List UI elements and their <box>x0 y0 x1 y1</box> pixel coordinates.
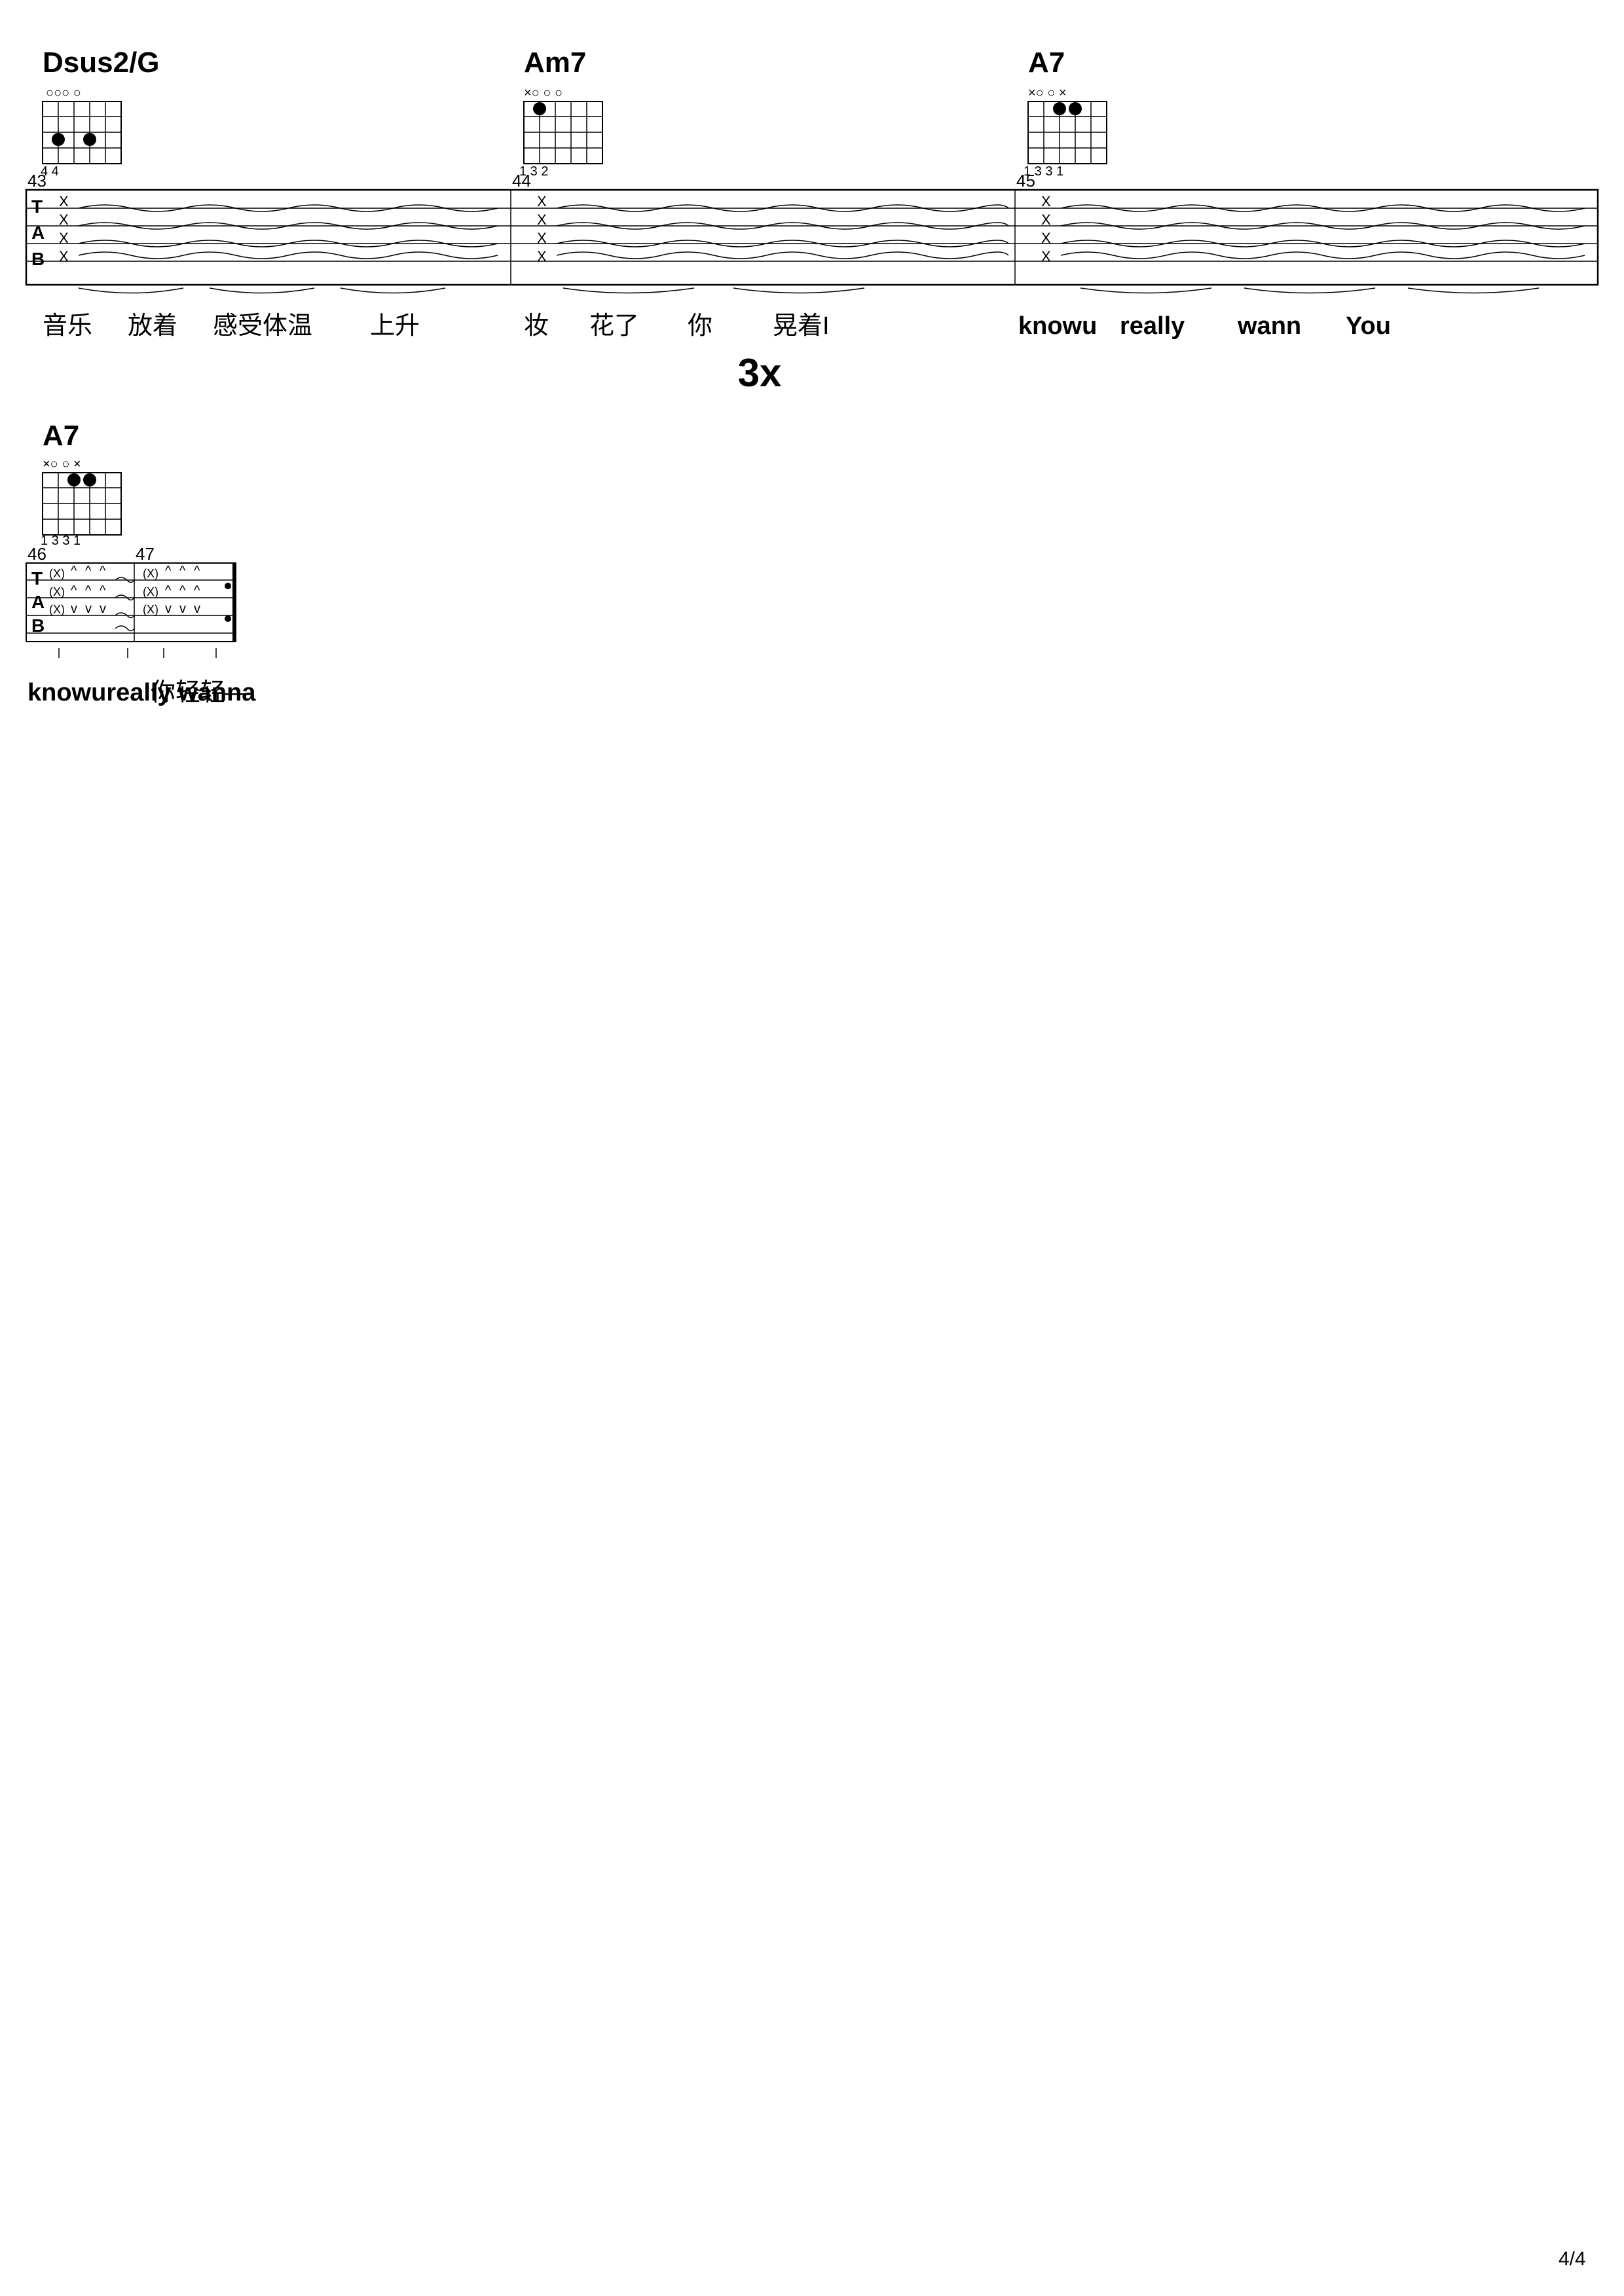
tab2-strum-47-3b: v <box>194 602 200 616</box>
measure-num-45: 45 <box>1016 171 1035 191</box>
measure-num-43: 43 <box>28 171 46 191</box>
tab2-x-46-t: (X) <box>49 567 65 580</box>
chord-fingers-a7-2: 1 3 3 1 <box>41 534 81 548</box>
tie-43-2 <box>210 288 314 293</box>
tab-x-45-t1: X <box>1041 193 1051 210</box>
tab-x-44-a1: X <box>537 211 547 228</box>
wavy-43-b2 <box>79 252 498 259</box>
chord-dot-dsus2g-2 <box>83 133 96 146</box>
chord-indicators-a7-1: ×○ ○ × <box>1028 86 1067 100</box>
chord-dot-dsus2g-1 <box>52 133 65 146</box>
repeat-marker: 3x <box>738 351 782 395</box>
tab-x-43-a1: X <box>59 211 69 228</box>
tie-43-3 <box>341 288 445 293</box>
tab2-strum-46-2b: v <box>85 602 92 616</box>
tab2-strum-46-1t: ^ <box>71 564 77 578</box>
tab2-strum-46-3a: ^ <box>100 583 106 598</box>
tab2-strum-47-2b: v <box>179 602 186 616</box>
chord-dot-a7-2-2 <box>83 473 96 486</box>
chord-indicators-a7-2: ×○ ○ × <box>43 457 81 471</box>
chord-dot-a7-2-1 <box>67 473 81 486</box>
tab2-strum-47-1b: v <box>165 602 172 616</box>
lyric-45-1: knowu <box>1018 312 1097 340</box>
tab2-strum-47-1a: ^ <box>165 583 172 598</box>
lyric-43-1: 音乐 <box>43 312 92 340</box>
repeat-dot-2 <box>225 615 231 622</box>
tab2-strum-47-2t: ^ <box>179 564 186 578</box>
chord-name-dsus2g: Dsus2/G <box>43 46 160 79</box>
tab-staff-1-border <box>26 190 1598 285</box>
measure-num-44: 44 <box>512 171 531 191</box>
tab-x-43-t1: X <box>59 193 69 210</box>
tab2-strum-46-1a: ^ <box>71 583 77 598</box>
lyric-43-4: 上升 <box>370 312 420 340</box>
chord-name-a7-1: A7 <box>1028 46 1065 79</box>
tab-x-45-a1: X <box>1041 211 1051 228</box>
tab2-strum-46-3b: v <box>100 602 106 616</box>
tab2-strum-46-3t: ^ <box>100 564 106 578</box>
tie-43-1 <box>79 288 183 293</box>
tab2-x-47-a: (X) <box>143 585 158 598</box>
lyric-45-4: You <box>1346 312 1391 340</box>
chord-indicators-am7: ×○ ○ ○ <box>524 86 563 100</box>
tab-x-45-b2: X <box>1041 248 1051 264</box>
tab-letter-a-2: A <box>31 592 45 612</box>
measure-num-47: 47 <box>136 544 155 564</box>
tie-44-2 <box>733 288 864 293</box>
wavy2-46-b2 <box>115 626 134 631</box>
repeat-dot-1 <box>225 583 231 589</box>
tie-45-3 <box>1408 288 1539 293</box>
tab-letter-t-2: T <box>31 568 43 589</box>
wavy-45-b2 <box>1061 252 1585 259</box>
wavy-44-b2 <box>557 252 1008 259</box>
tab2-x-46-b: (X) <box>49 603 65 616</box>
tab2-x-47-b: (X) <box>143 603 158 616</box>
tab2-strum-46-2t: ^ <box>85 564 92 578</box>
chord-name-a7-2: A7 <box>43 420 79 452</box>
lyric-47-1: 你轻轻— <box>151 679 250 706</box>
tab-x-45-b1: X <box>1041 230 1051 246</box>
tab2-x-47-t: (X) <box>143 567 158 580</box>
tab-letter-b: B <box>31 249 45 269</box>
chord-dot-a7-1 <box>1053 102 1066 115</box>
tab-x-43-b1: X <box>59 230 69 246</box>
tab-x-44-b2: X <box>537 248 547 264</box>
tab2-strum-47-2a: ^ <box>179 583 186 598</box>
chord-name-am7: Am7 <box>524 46 586 79</box>
lyric-45-3: wann <box>1237 312 1301 340</box>
tie-44-1 <box>563 288 694 293</box>
lyric-44-3: 你 <box>688 312 712 340</box>
chord-indicators-dsus2g: ○○○ ○ <box>46 86 81 100</box>
tab2-strum-47-3a: ^ <box>194 583 200 598</box>
tie-45-1 <box>1080 288 1211 293</box>
measure-num-46: 46 <box>28 544 46 564</box>
chord-dot-am7-1 <box>533 102 546 115</box>
lyric-43-2: 放着 <box>128 312 177 340</box>
tab2-strum-47-1t: ^ <box>165 564 172 578</box>
chord-dot-a7-2 <box>1069 102 1082 115</box>
tab2-strum-47-3t: ^ <box>194 564 200 578</box>
lyric-45-2: really <box>1120 312 1185 340</box>
tab2-x-46-a: (X) <box>49 585 65 598</box>
lyric-44-4: 晃着I <box>773 312 830 340</box>
tab2-strum-46-1b: v <box>71 602 77 616</box>
tab2-strum-46-2a: ^ <box>85 583 92 598</box>
lyric-44-2: 花了 <box>589 312 639 340</box>
lyric-43-3: 感受体温 <box>213 312 312 340</box>
page-number: 4/4 <box>1559 2248 1586 2270</box>
tab-x-44-t1: X <box>537 193 547 210</box>
tab-letter-t: T <box>31 196 43 217</box>
tab-x-44-b1: X <box>537 230 547 246</box>
tie-45-2 <box>1244 288 1375 293</box>
tab-x-43-b2: X <box>59 248 69 264</box>
lyric-44-1: 妆 <box>524 312 549 340</box>
